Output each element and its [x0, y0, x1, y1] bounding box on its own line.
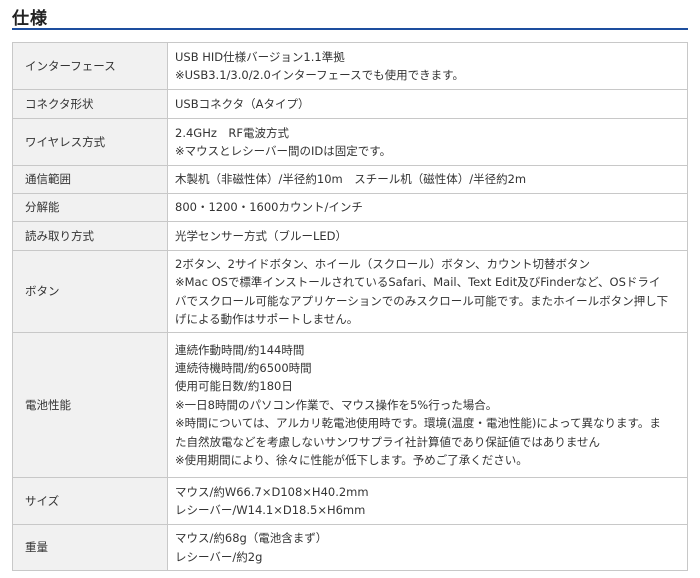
- spec-line: マウス/約68g（電池含まず）: [175, 531, 328, 546]
- spec-line: ※時間については、アルカリ乾電池使用時です。環境(温度・電池性能)によって異なり…: [175, 416, 661, 431]
- table-row: ボタン 2ボタン、2サイドボタン、ホイール（スクロール）ボタン、カウント切替ボタ…: [12, 250, 688, 333]
- spec-label: コネクタ形状: [12, 89, 168, 119]
- spec-label: 分解能: [12, 193, 168, 222]
- spec-label: 重量: [12, 524, 168, 571]
- spec-value: 木製机（非磁性体）/半径約10m スチール机（磁性体）/半径約2m: [167, 165, 688, 194]
- spec-line: げによる動作はサポートしません。: [175, 311, 359, 326]
- spec-line: ※一日8時間のパソコン作業で、マウス操作を5%行った場合。: [175, 397, 498, 412]
- spec-label: ボタン: [12, 250, 168, 333]
- spec-label: 通信範囲: [12, 165, 168, 194]
- table-row: 重量 マウス/約68g（電池含まず） レシーバー/約2g: [12, 524, 688, 571]
- spec-label: インターフェース: [12, 42, 168, 90]
- spec-label: 読み取り方式: [12, 221, 168, 251]
- spec-line: 2.4GHz RF電波方式: [175, 125, 289, 140]
- spec-value: マウス/約68g（電池含まず） レシーバー/約2g: [167, 524, 688, 571]
- spec-line: 2ボタン、2サイドボタン、ホイール（スクロール）ボタン、カウント切替ボタン: [175, 256, 591, 271]
- spec-label: 電池性能: [12, 332, 168, 478]
- spec-line: ※Mac OSで標準インストールされているSafari、Mail、Text Ed…: [175, 275, 661, 290]
- spec-line: 連続作動時間/約144時間: [175, 342, 305, 357]
- spec-line: た自然放電などを考慮しないサンワサプライ社計算値であり保証値ではありません: [175, 434, 601, 449]
- spec-line: ※使用期間により、徐々に性能が低下します。予めご了承ください。: [175, 453, 528, 468]
- spec-value: USBコネクタ（Aタイプ）: [167, 89, 688, 119]
- spec-value: USB HID仕様バージョン1.1準拠 ※USB3.1/3.0/2.0インターフ…: [167, 42, 688, 90]
- spec-value: 800・1200・1600カウント/インチ: [167, 193, 688, 222]
- spec-label: サイズ: [12, 477, 168, 525]
- table-row: 読み取り方式 光学センサー方式（ブルーLED）: [12, 221, 688, 251]
- spec-line: 連続待機時間/約6500時間: [175, 360, 312, 375]
- spec-value: 2.4GHz RF電波方式 ※マウスとレシーバー間のIDは固定です。: [167, 118, 688, 166]
- spec-value: マウス/約W66.7×D108×H40.2mm レシーバー/W14.1×D18.…: [167, 477, 688, 525]
- spec-line: ※USB3.1/3.0/2.0インターフェースでも使用できます。: [175, 68, 464, 82]
- spec-line: 木製机（非磁性体）/半径約10m スチール机（磁性体）/半径約2m: [175, 172, 527, 187]
- spec-line: 800・1200・1600カウント/インチ: [175, 200, 363, 215]
- spec-label: ワイヤレス方式: [12, 118, 168, 166]
- spec-line: USB HID仕様バージョン1.1準拠: [175, 49, 345, 64]
- section-title: 仕様: [12, 9, 48, 29]
- spec-line: USBコネクタ（Aタイプ）: [175, 96, 310, 111]
- table-row: 電池性能 連続作動時間/約144時間 連続待機時間/約6500時間 使用可能日数…: [12, 332, 688, 478]
- spec-table: インターフェース USB HID仕様バージョン1.1準拠 ※USB3.1/3.0…: [12, 42, 688, 571]
- spec-line: マウス/約W66.7×D108×H40.2mm: [175, 484, 369, 499]
- table-row: インターフェース USB HID仕様バージョン1.1準拠 ※USB3.1/3.0…: [12, 42, 688, 90]
- table-row: 通信範囲 木製机（非磁性体）/半径約10m スチール机（磁性体）/半径約2m: [12, 165, 688, 194]
- spec-line: バでスクロール可能なアプリケーションでのみスクロール可能です。またホイールボタン…: [175, 293, 669, 308]
- spec-line: 光学センサー方式（ブルーLED）: [175, 228, 348, 243]
- spec-line: レシーバー/約2g: [175, 549, 263, 564]
- table-row: 分解能 800・1200・1600カウント/インチ: [12, 193, 688, 222]
- spec-line: ※マウスとレシーバー間のIDは固定です。: [175, 144, 392, 158]
- spec-value: 連続作動時間/約144時間 連続待機時間/約6500時間 使用可能日数/約180…: [167, 332, 688, 478]
- spec-value: 光学センサー方式（ブルーLED）: [167, 221, 688, 251]
- spec-line: レシーバー/W14.1×D18.5×H6mm: [175, 503, 366, 517]
- section-heading: 仕様: [12, 0, 688, 30]
- table-row: ワイヤレス方式 2.4GHz RF電波方式 ※マウスとレシーバー間のIDは固定で…: [12, 118, 688, 166]
- spec-line: 使用可能日数/約180日: [175, 379, 293, 394]
- table-row: コネクタ形状 USBコネクタ（Aタイプ）: [12, 89, 688, 119]
- table-row: サイズ マウス/約W66.7×D108×H40.2mm レシーバー/W14.1×…: [12, 477, 688, 525]
- spec-value: 2ボタン、2サイドボタン、ホイール（スクロール）ボタン、カウント切替ボタン ※M…: [167, 250, 688, 333]
